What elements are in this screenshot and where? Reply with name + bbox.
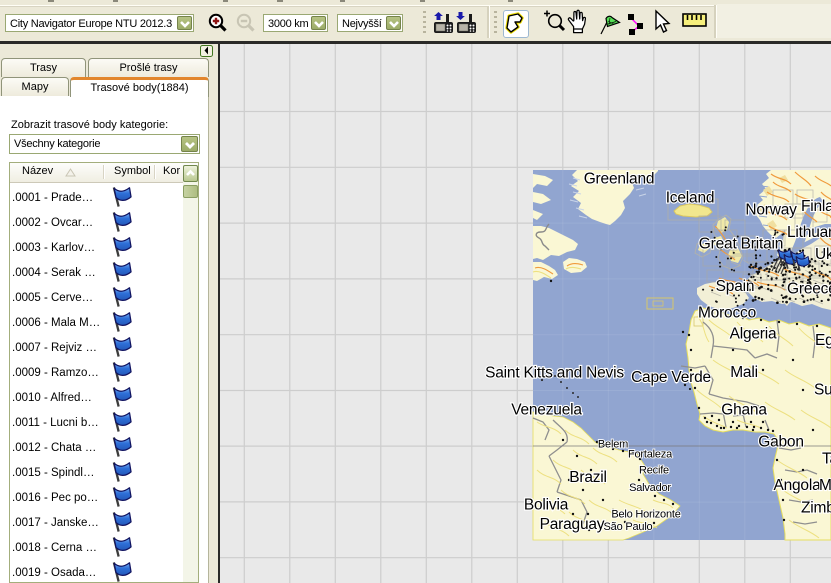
svg-text:Sudan: Sudan <box>814 382 831 399</box>
svg-text:São Paulo: São Paulo <box>604 521 653 533</box>
svg-text:Fortaleza: Fortaleza <box>628 449 673 461</box>
svg-text:Saint Kitts and Nevis: Saint Kitts and Nevis <box>485 365 624 382</box>
svg-text:Mal: Mal <box>819 477 831 494</box>
svg-text:Angola: Angola <box>773 477 821 494</box>
svg-text:Iceland: Iceland <box>666 190 715 207</box>
svg-text:Lithuania: Lithuania <box>787 224 831 241</box>
svg-text:Cape Verde: Cape Verde <box>631 369 711 386</box>
svg-text:Bolivia: Bolivia <box>524 497 569 514</box>
svg-text:Brazil: Brazil <box>569 469 607 486</box>
svg-text:Greece: Greece <box>787 281 831 298</box>
svg-text:Belem: Belem <box>598 439 628 451</box>
svg-text:Belo Horizonte: Belo Horizonte <box>611 509 680 521</box>
svg-text:Ghana: Ghana <box>721 402 767 419</box>
svg-text:Ukraine: Ukraine <box>815 246 831 263</box>
svg-text:Morocco: Morocco <box>698 305 756 322</box>
svg-text:Gabon: Gabon <box>758 434 804 451</box>
svg-text:Finland: Finland <box>801 198 831 215</box>
svg-text:Great Britain: Great Britain <box>699 236 783 253</box>
svg-text:Algeria: Algeria <box>730 326 777 343</box>
svg-text:Paraguay: Paraguay <box>540 516 605 533</box>
svg-text:Norway: Norway <box>745 202 797 219</box>
svg-text:Recife: Recife <box>639 465 669 477</box>
svg-text:Mali: Mali <box>730 364 758 381</box>
svg-text:Salvador: Salvador <box>629 482 671 494</box>
svg-text:Tanzania: Tanzania <box>822 451 831 468</box>
svg-text:Spain: Spain <box>716 278 755 295</box>
svg-text:Zimbabwe: Zimbabwe <box>801 500 831 517</box>
svg-text:Egypt: Egypt <box>815 332 831 349</box>
svg-text:Greenland: Greenland <box>584 171 655 188</box>
svg-text:Venezuela: Venezuela <box>511 402 582 419</box>
